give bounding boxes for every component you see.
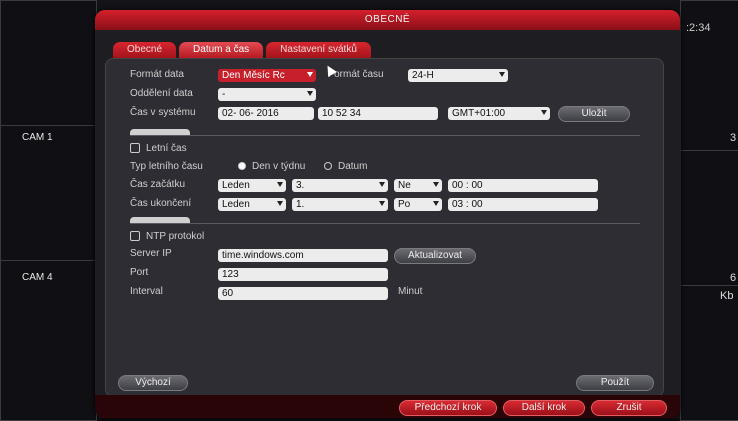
dst-start-day-value: Ne: [398, 180, 411, 191]
tab-holidays[interactable]: Nastavení svátků: [266, 42, 371, 58]
dst-end-time-input[interactable]: 03 : 00: [448, 198, 598, 211]
chevron-down-icon: [433, 201, 439, 206]
settings-panel: Formát data Den Měsíc Rc Formát času 24-…: [105, 58, 664, 397]
date-separator-select[interactable]: -: [218, 88, 316, 101]
dst-end-label: Čas ukončení: [130, 198, 192, 209]
camera-cell: [0, 0, 97, 127]
tab-general[interactable]: Obecné: [113, 42, 177, 58]
tab-bar: Obecné Datum a čas Nastavení svátků: [113, 42, 371, 58]
system-clock-value: 10 52 34: [322, 108, 361, 119]
chevron-down-icon: [379, 182, 385, 187]
timezone-select[interactable]: GMT+01:00: [448, 107, 550, 120]
ntp-interval-label: Interval: [130, 286, 163, 297]
dst-start-week-value: 3.: [296, 180, 305, 191]
divider-line: [130, 135, 640, 136]
chevron-down-icon: [433, 182, 439, 187]
ntp-port-label: Port: [130, 267, 149, 278]
date-format-value: Den Měsíc Rc: [222, 70, 285, 81]
dst-label: Letní čas: [146, 143, 187, 154]
dst-week-radio[interactable]: [238, 162, 246, 170]
default-button[interactable]: Výchozí: [118, 375, 188, 391]
ntp-server-input[interactable]: time.windows.com: [218, 249, 388, 262]
next-step-button[interactable]: Další krok: [503, 400, 585, 416]
date-separator-value: -: [222, 89, 226, 100]
tab-date-time[interactable]: Datum a čas: [179, 42, 264, 58]
edge-label: 6: [730, 272, 737, 284]
chevron-down-icon: [277, 182, 283, 187]
chevron-down-icon: [277, 201, 283, 206]
system-date-value: 02- 06- 2016: [222, 108, 279, 119]
dst-end-week-value: 1.: [296, 199, 305, 210]
dst-end-month-value: Leden: [222, 199, 250, 210]
dst-start-week-select[interactable]: 3.: [292, 179, 388, 192]
date-format-label: Formát data: [130, 69, 184, 80]
apply-button[interactable]: Použít: [576, 375, 654, 391]
ntp-label: NTP protokol: [146, 231, 205, 242]
dst-start-time-input[interactable]: 00 : 00: [448, 179, 598, 192]
dst-date-option: Datum: [338, 161, 368, 172]
save-button[interactable]: Uložit: [558, 106, 630, 122]
cam-label: CAM 1: [22, 132, 53, 143]
dst-week-option: Den v týdnu: [252, 161, 306, 172]
edge-label: 3: [730, 132, 737, 144]
dst-start-month-select[interactable]: Leden: [218, 179, 286, 192]
dst-checkbox[interactable]: [130, 143, 140, 153]
dst-end-day-select[interactable]: Po: [394, 198, 442, 211]
previous-step-button[interactable]: Předchozí krok: [399, 400, 497, 416]
chevron-down-icon: [541, 110, 547, 115]
chevron-down-icon: [307, 72, 313, 77]
camera-cell: [0, 125, 97, 262]
ntp-port-value: 123: [222, 269, 239, 280]
chevron-down-icon: [379, 201, 385, 206]
time-format-value: 24-H: [412, 70, 434, 81]
dst-start-month-value: Leden: [222, 180, 250, 191]
wizard-footer: Předchozí krok Další krok Zrušit: [95, 395, 680, 418]
ntp-server-value: time.windows.com: [222, 250, 304, 261]
system-date-input[interactable]: 02- 06- 2016: [218, 107, 314, 120]
clock-readout: :2:34: [686, 22, 711, 34]
camera-cell: [0, 260, 97, 421]
ntp-interval-input[interactable]: 60: [218, 287, 388, 300]
dst-type-label: Typ letního času: [130, 161, 203, 172]
system-clock-input[interactable]: 10 52 34: [318, 107, 438, 120]
dst-end-day-value: Po: [398, 199, 411, 210]
update-button[interactable]: Aktualizovat: [394, 248, 476, 264]
timezone-value: GMT+01:00: [452, 108, 506, 119]
interval-unit-label: Minut: [398, 286, 423, 297]
dst-start-day-select[interactable]: Ne: [394, 179, 442, 192]
settings-dialog: OBECNÉ Obecné Datum a čas Nastavení svát…: [95, 10, 680, 418]
chevron-down-icon: [499, 72, 505, 77]
ntp-server-label: Server IP: [130, 248, 172, 259]
dst-start-time-value: 00 : 00: [452, 180, 483, 191]
cancel-button[interactable]: Zrušit: [591, 400, 667, 416]
dst-end-week-select[interactable]: 1.: [292, 198, 388, 211]
camera-cell: [680, 150, 738, 287]
dst-end-time-value: 03 : 00: [452, 199, 483, 210]
dst-end-month-select[interactable]: Leden: [218, 198, 286, 211]
time-format-select[interactable]: 24-H: [408, 69, 508, 82]
dst-date-radio[interactable]: [324, 162, 332, 170]
date-separator-label: Oddělení data: [130, 88, 193, 99]
cam-label: CAM 4: [22, 272, 53, 283]
dst-start-label: Čas začátku: [130, 179, 186, 190]
ntp-interval-value: 60: [222, 288, 234, 299]
system-time-label: Čas v systému: [130, 107, 196, 118]
ntp-port-input[interactable]: 123: [218, 268, 388, 281]
divider-line: [130, 223, 640, 224]
edge-label: Kb: [720, 290, 734, 302]
ntp-checkbox[interactable]: [130, 231, 140, 241]
camera-cell: [680, 285, 738, 421]
date-format-select[interactable]: Den Měsíc Rc: [218, 69, 316, 82]
chevron-down-icon: [307, 91, 313, 96]
dialog-title: OBECNÉ: [95, 10, 680, 30]
